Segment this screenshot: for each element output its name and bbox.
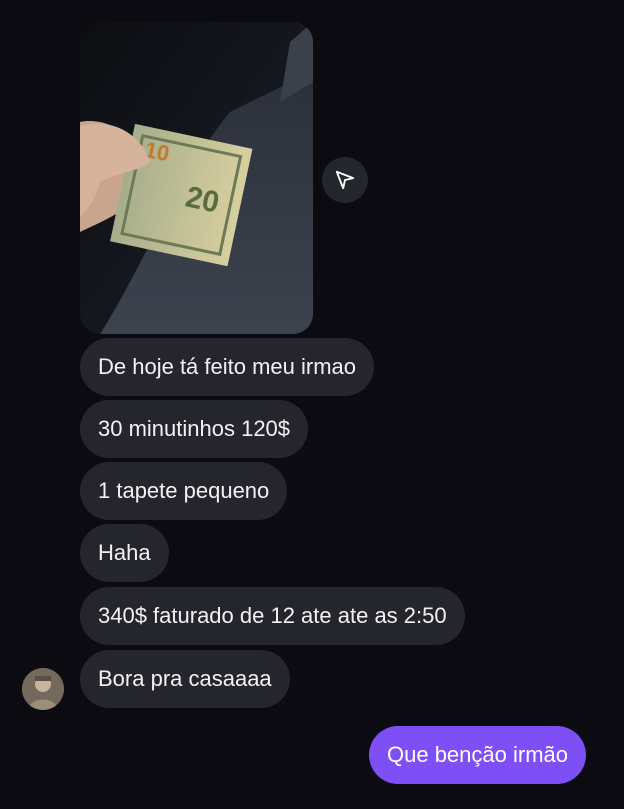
received-message[interactable]: 340$ faturado de 12 ate ate as 2:50 bbox=[80, 587, 465, 645]
received-message[interactable]: De hoje tá feito meu irmao bbox=[80, 338, 375, 396]
received-message[interactable]: Bora pra casaaaa bbox=[80, 650, 290, 708]
share-button[interactable] bbox=[322, 157, 368, 203]
photo-image: 20 10 bbox=[80, 22, 313, 334]
received-message[interactable]: Haha bbox=[80, 524, 169, 582]
received-message[interactable]: 30 minutinhos 120$ bbox=[80, 400, 309, 458]
send-paper-plane-icon bbox=[335, 170, 355, 190]
banknote-number: 20 bbox=[183, 180, 223, 219]
sent-message[interactable]: Que benção irmão bbox=[369, 726, 586, 784]
user-avatar-icon bbox=[22, 668, 64, 710]
sender-avatar[interactable] bbox=[22, 668, 64, 710]
received-photo-message[interactable]: 20 10 bbox=[80, 22, 313, 334]
received-message[interactable]: 1 tapete pequeno bbox=[80, 462, 288, 520]
